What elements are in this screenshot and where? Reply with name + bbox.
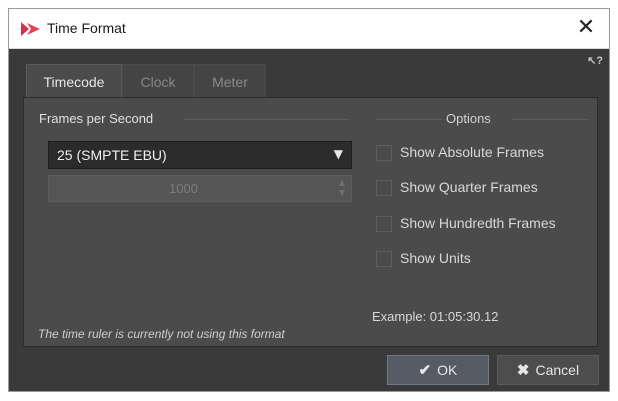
format-example: Example: 01:05:30.12	[372, 309, 499, 324]
time-format-dialog: Time Format ✕ ↖? Timecode Clock Meter Fr…	[8, 8, 610, 392]
show-hundredth-frames-label[interactable]: Show Hundredth Frames	[400, 215, 556, 231]
show-hundredth-frames-checkbox[interactable]	[376, 216, 392, 232]
close-button[interactable]: ✕	[573, 15, 599, 41]
show-quarter-frames-label[interactable]: Show Quarter Frames	[400, 179, 538, 195]
fps-group-label: Frames per Second	[39, 111, 154, 126]
tab-meter[interactable]: Meter	[194, 64, 266, 98]
options-group-label: Options	[446, 111, 491, 126]
chevron-down-icon[interactable]: ▼	[334, 147, 343, 161]
show-units-checkbox[interactable]	[376, 251, 392, 267]
custom-fps-spinbox: 1000 ▲ ▼	[48, 175, 352, 202]
x-icon: ✖	[516, 362, 530, 379]
dialog-title: Time Format	[47, 20, 126, 36]
fps-dropdown[interactable]: 25 (SMPTE EBU) ▼	[48, 141, 352, 169]
app-logo-icon	[21, 22, 40, 36]
context-help-icon[interactable]: ↖?	[587, 54, 603, 67]
spin-arrows-icon: ▲ ▼	[338, 178, 345, 197]
show-units-label[interactable]: Show Units	[400, 250, 471, 266]
cancel-button[interactable]: ✖ Cancel	[497, 355, 599, 385]
fps-selected-value: 25 (SMPTE EBU)	[57, 147, 167, 163]
custom-fps-value: 1000	[169, 181, 198, 196]
timecode-panel: Frames per Second Options 25 (SMPTE EBU)…	[23, 97, 598, 347]
cancel-label: Cancel	[535, 362, 580, 378]
show-quarter-frames-checkbox[interactable]	[376, 180, 392, 196]
divider	[376, 119, 442, 120]
show-absolute-frames-checkbox[interactable]	[376, 145, 392, 161]
ok-button[interactable]: ✔ OK	[387, 355, 489, 385]
close-icon[interactable]: ✕	[577, 15, 595, 40]
checkmark-icon: ✔	[418, 362, 432, 379]
title-bar: Time Format ✕	[9, 9, 609, 49]
show-absolute-frames-label[interactable]: Show Absolute Frames	[400, 144, 544, 160]
ok-label: OK	[437, 362, 458, 378]
divider	[512, 119, 587, 120]
tab-timecode[interactable]: Timecode	[26, 64, 122, 98]
divider	[184, 119, 349, 120]
tab-clock[interactable]: Clock	[122, 64, 194, 98]
status-message: The time ruler is currently not using th…	[38, 327, 285, 341]
